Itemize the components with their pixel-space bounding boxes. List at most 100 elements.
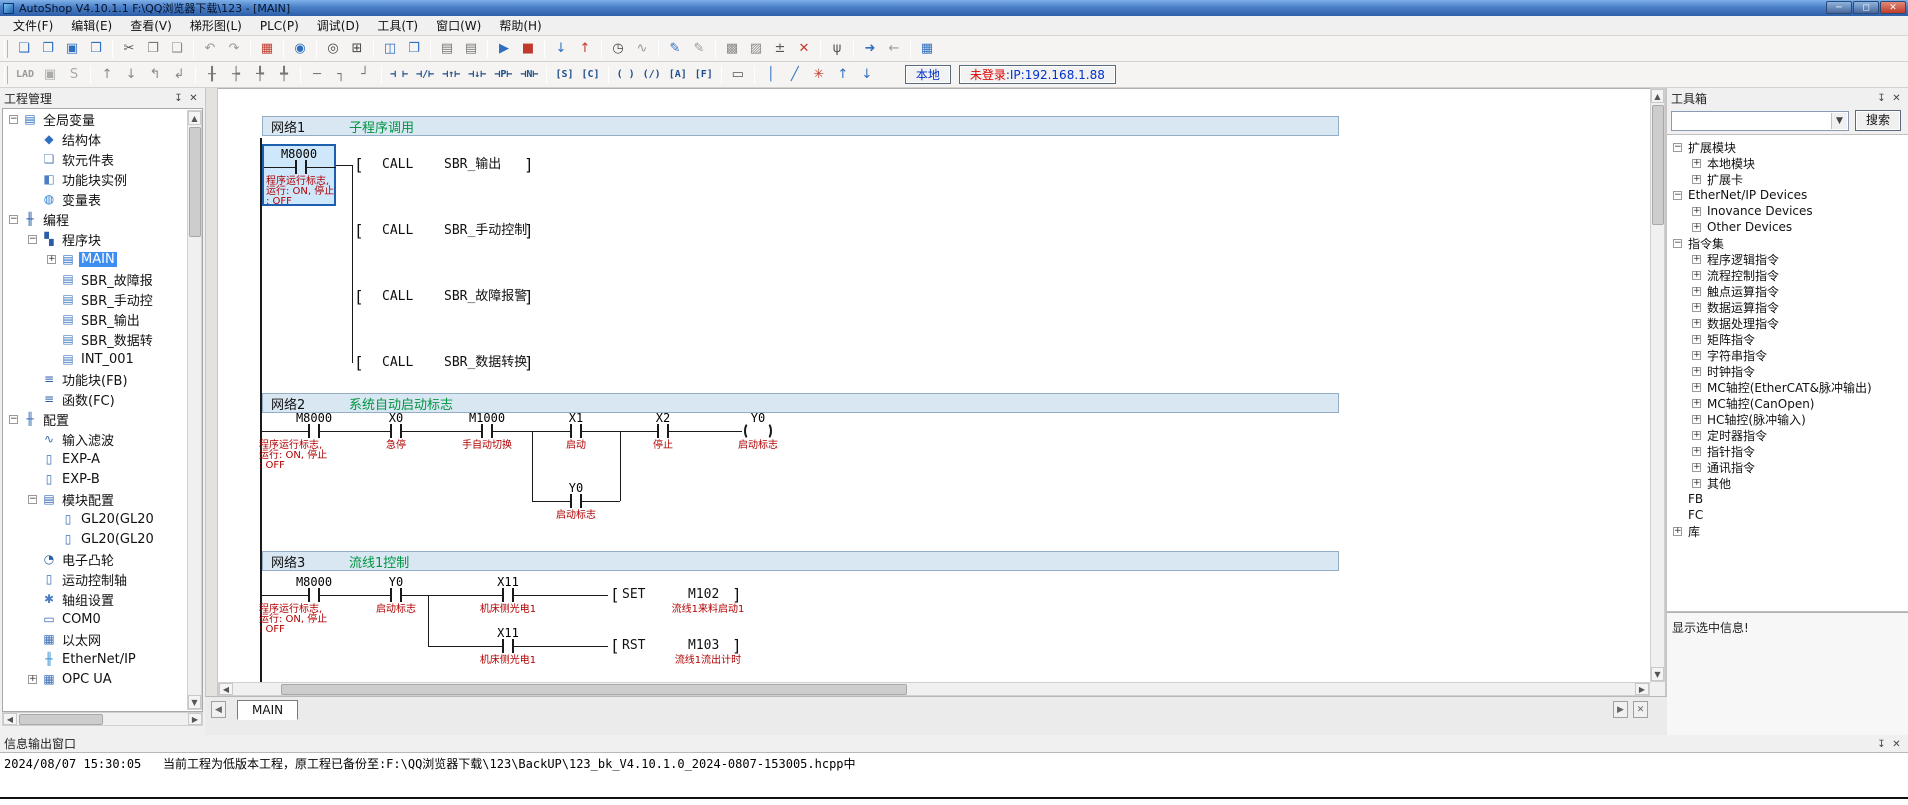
collapse-icon[interactable]: − [1673, 191, 1682, 200]
coil-out-not-button[interactable]: (/) [640, 65, 664, 85]
insert-rung-button[interactable]: ┾ [225, 65, 247, 85]
expand-icon[interactable]: + [1692, 207, 1701, 216]
menu-item[interactable]: 工具(T) [368, 15, 427, 36]
toolbox-tree-item[interactable]: +扩展卡 [1667, 171, 1908, 187]
ladder-contact[interactable] [502, 588, 504, 602]
expand-icon[interactable]: + [1692, 415, 1701, 424]
scroll-right-icon[interactable]: ▶ [188, 713, 202, 725]
project-tree-item[interactable]: −▚程序块 [3, 229, 202, 249]
ladder-contact[interactable] [512, 588, 514, 602]
instruction-opcode[interactable]: SET [622, 586, 645, 604]
expand-icon[interactable]: + [1692, 479, 1701, 488]
upload-from-plc-button[interactable]: ↑ [574, 39, 596, 59]
contact-falling-button[interactable]: ⊣↓⊢ [465, 65, 489, 85]
menu-item[interactable]: 文件(F) [4, 15, 62, 36]
coil-set-button[interactable]: [S] [552, 65, 576, 85]
project-tree-item[interactable]: ▤INT_001 [3, 349, 202, 369]
maximize-button[interactable]: ◻ [1853, 1, 1879, 14]
expand-icon[interactable]: + [1692, 463, 1701, 472]
search-input[interactable]: ▼ [1671, 111, 1849, 131]
insert-row-button[interactable]: ± [769, 39, 791, 59]
tab-close-icon[interactable]: ✕ [1633, 701, 1648, 718]
pin-icon[interactable]: ↧ [1874, 737, 1889, 751]
project-tree-item[interactable]: ▯EXP-B [3, 469, 202, 489]
window-switch-button[interactable]: ❐ [403, 39, 425, 59]
toolbox-tree-item[interactable]: −指令集 [1667, 235, 1908, 251]
go-online-button[interactable]: ➜ [859, 39, 881, 59]
element-table-button[interactable]: ▤ [436, 39, 458, 59]
expand-icon[interactable]: + [1692, 271, 1701, 280]
tab-main[interactable]: MAIN [237, 700, 298, 720]
collapse-icon[interactable]: − [9, 415, 18, 424]
toolbox-tree-item[interactable]: +数据运算指令 [1667, 299, 1908, 315]
expand-icon[interactable]: + [1692, 159, 1701, 168]
project-tree-item[interactable]: +▦OPC UA [3, 669, 202, 689]
scroll-right-icon[interactable]: ▶ [1635, 683, 1649, 695]
find-button[interactable]: ◉ [289, 39, 311, 59]
ladder-editor[interactable]: 网络1子程序调用[CALLSBR_输出][CALLSBR_手动控制][CALLS… [218, 88, 1650, 682]
lad-mode-button[interactable]: LAD [13, 65, 37, 85]
instruction-operand[interactable]: SBR_输出 [444, 156, 501, 174]
ladder-contact[interactable] [580, 494, 582, 508]
expand-icon[interactable]: + [1692, 399, 1701, 408]
toolbox-tree-item[interactable]: +其他 [1667, 475, 1908, 491]
ladder-contact[interactable] [570, 424, 572, 438]
project-tree-item[interactable]: ▤SBR_数据转 [3, 329, 202, 349]
chevron-down-icon[interactable]: ▼ [1831, 113, 1847, 129]
toolbox-tree-item[interactable]: +流程控制指令 [1667, 267, 1908, 283]
instruction-operand[interactable]: SBR_故障报警 [444, 288, 527, 306]
cut-button[interactable]: ✂ [118, 39, 140, 59]
ladder-contact[interactable] [295, 160, 297, 174]
toolbox-tree-item[interactable]: +字符串指令 [1667, 347, 1908, 363]
redo-button[interactable]: ↷ [223, 39, 245, 59]
download-to-plc-button[interactable]: ↓ [550, 39, 572, 59]
branch-close-button[interactable]: ↲ [168, 65, 190, 85]
project-tree-item[interactable]: ▯运动控制轴 [3, 569, 202, 589]
editor-hscrollbar[interactable]: ◀ ▶ [218, 682, 1650, 696]
branch-open-button[interactable]: ↰ [144, 65, 166, 85]
project-tree-item[interactable]: ▭COM0 [3, 609, 202, 629]
project-tree-item[interactable]: −▤全局变量 [3, 109, 202, 129]
new-project-button[interactable]: ❏ [13, 39, 35, 59]
instruction-opcode[interactable]: CALL [382, 156, 413, 174]
delete-row-button[interactable]: ✕ [793, 39, 815, 59]
login-status-button[interactable]: 未登录:IP:192.168.1.88 [959, 65, 1116, 84]
project-tree-item[interactable]: ◧功能块实例 [3, 169, 202, 189]
scroll-left-icon[interactable]: ◀ [219, 683, 233, 695]
ladder-contact[interactable] [570, 494, 572, 508]
instruction-operand[interactable]: SBR_数据转换 [444, 354, 527, 372]
ladder-contact[interactable] [657, 424, 659, 438]
toolbox-tree-item[interactable]: +通讯指令 [1667, 459, 1908, 475]
local-mode-button[interactable]: 本地 [905, 65, 951, 84]
corner-down-button[interactable]: ┐ [330, 65, 352, 85]
cross-reference-button[interactable]: ▩ [721, 39, 743, 59]
project-tree-item[interactable]: +▤MAIN [3, 249, 202, 269]
toolbox-tree-item[interactable]: +程序逻辑指令 [1667, 251, 1908, 267]
minimize-button[interactable]: ─ [1826, 1, 1852, 14]
collapse-icon[interactable]: − [28, 235, 37, 244]
project-tree-item[interactable]: ▤SBR_故障报 [3, 269, 202, 289]
paste-button[interactable]: ❑ [166, 39, 188, 59]
project-tree-item[interactable]: ≡函数(FC) [3, 389, 202, 409]
scroll-left-icon[interactable]: ◀ [3, 713, 17, 725]
instruction-opcode[interactable]: CALL [382, 354, 413, 372]
expand-icon[interactable]: + [28, 675, 37, 684]
delete-line-button[interactable]: ✳ [808, 65, 830, 85]
instruction-box-button[interactable]: ▣ [39, 65, 61, 85]
toolbox-tree-item[interactable]: +时钟指令 [1667, 363, 1908, 379]
timer-monitor-button[interactable]: ◷ [607, 39, 629, 59]
menu-item[interactable]: 帮助(H) [490, 15, 550, 36]
ladder-contact[interactable] [308, 424, 310, 438]
expand-icon[interactable]: + [1692, 303, 1701, 312]
project-tree-item[interactable]: −▤模块配置 [3, 489, 202, 509]
pin-icon[interactable]: ↧ [171, 91, 186, 105]
network-header[interactable]: 网络2系统自动启动标志 [262, 393, 1339, 413]
ladder-contact[interactable] [580, 424, 582, 438]
collapse-icon[interactable]: − [9, 215, 18, 224]
expand-icon[interactable]: + [47, 255, 56, 264]
ladder-contact[interactable] [512, 639, 514, 653]
ladder-contact[interactable] [400, 424, 402, 438]
tab-scroll-right-icon[interactable]: ▶ [1613, 701, 1628, 718]
project-tree-item[interactable]: ▤SBR_手动控 [3, 289, 202, 309]
project-tree-item[interactable]: ❏软元件表 [3, 149, 202, 169]
